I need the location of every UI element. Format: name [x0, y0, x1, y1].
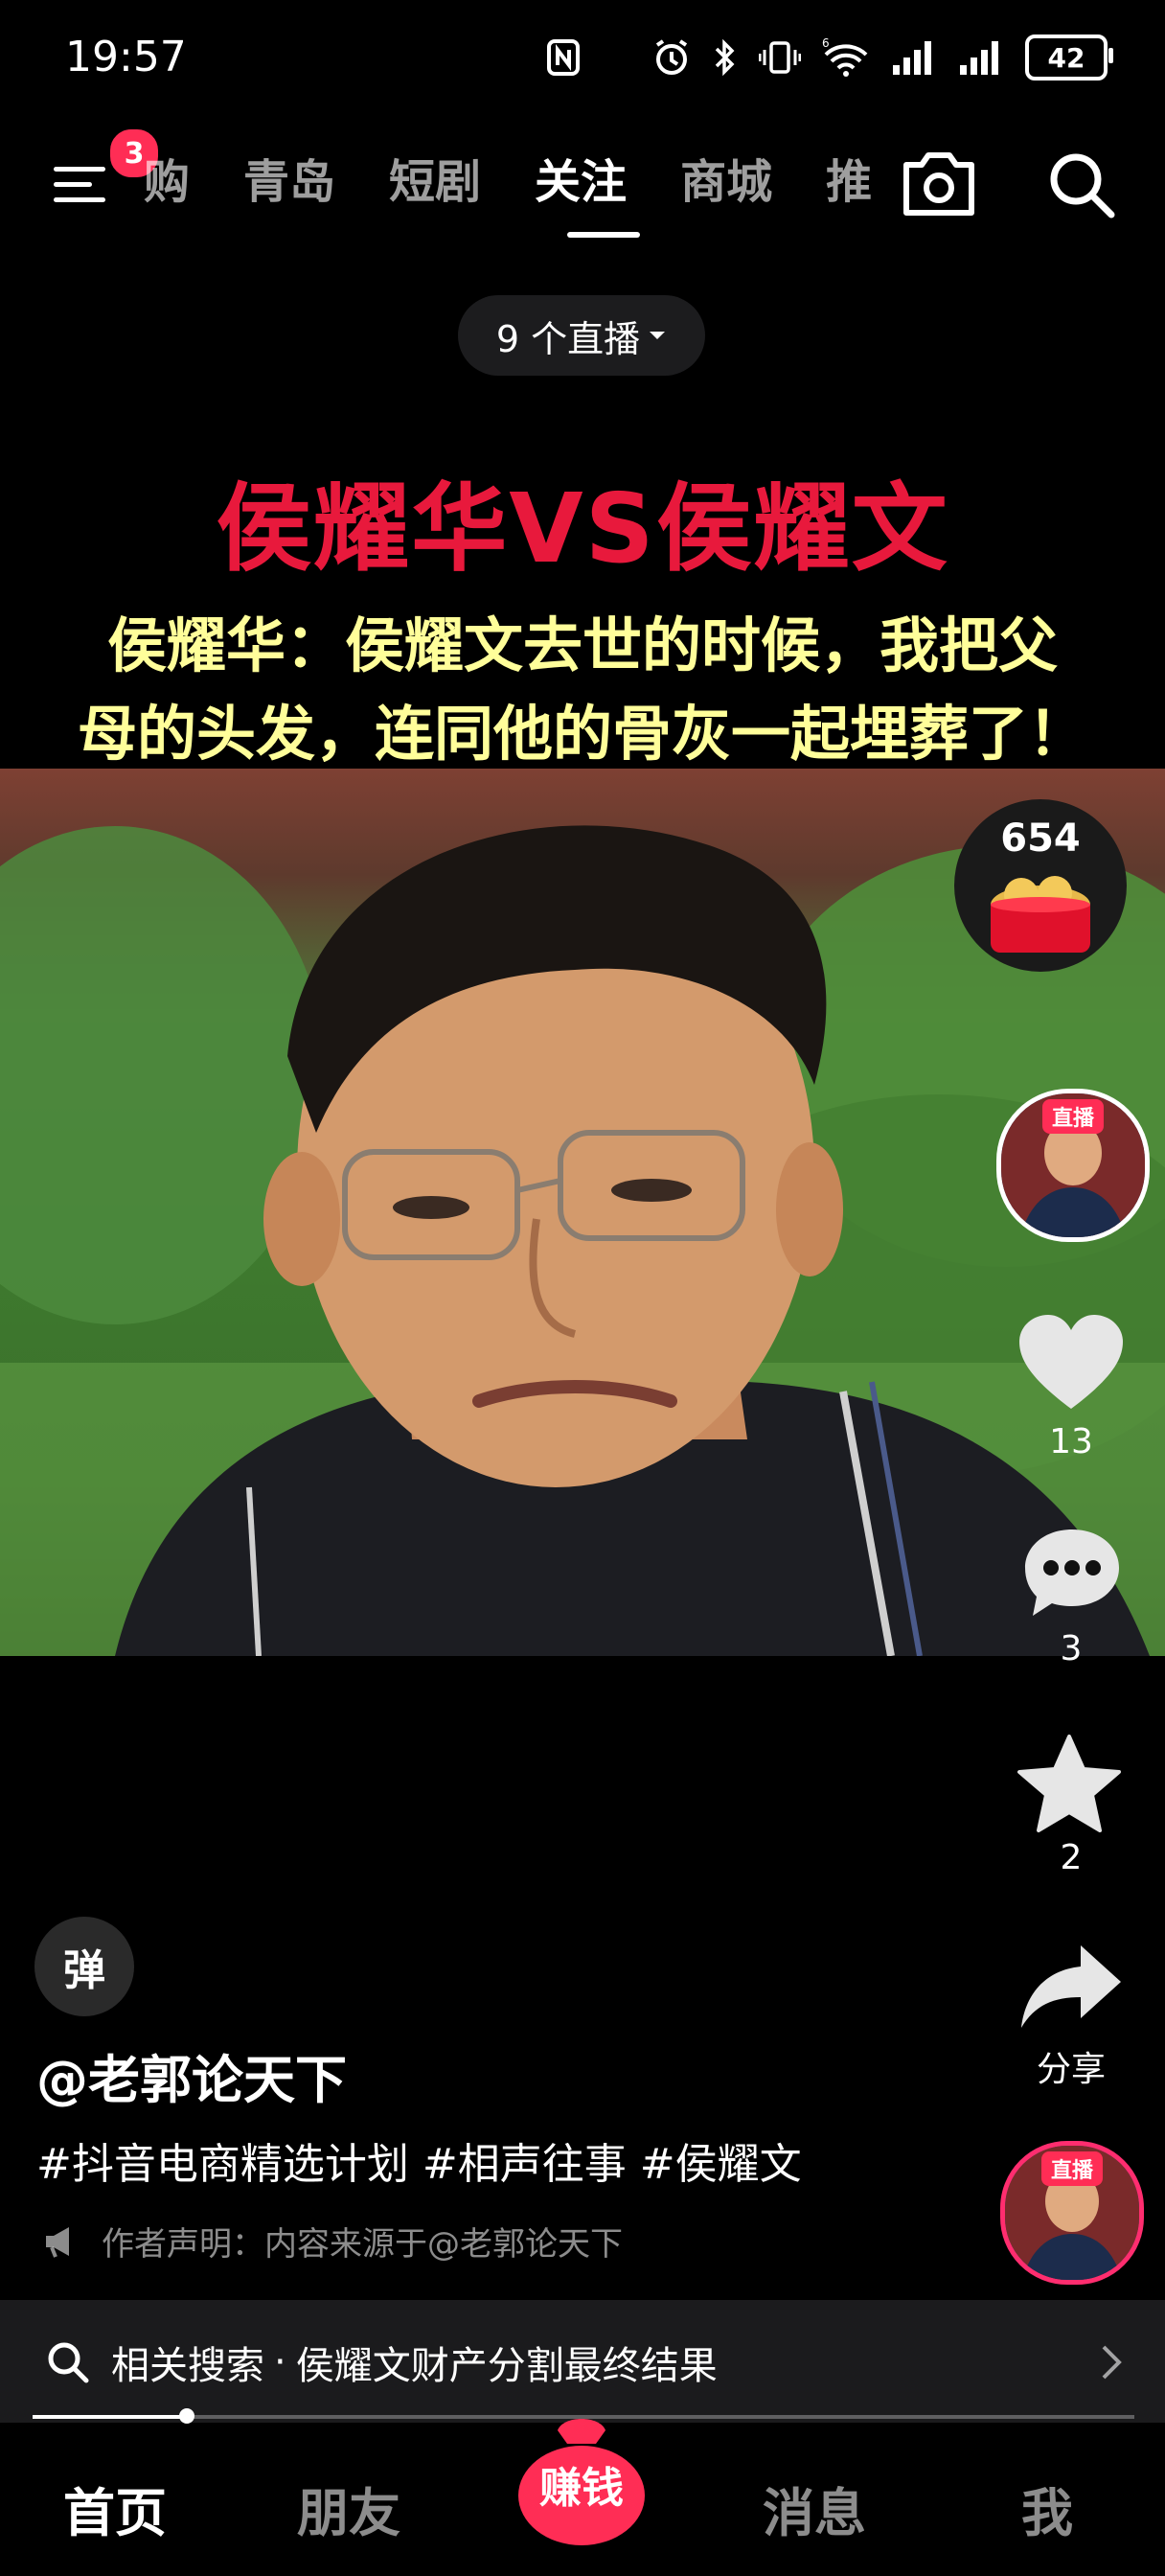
megaphone-icon: [46, 2226, 69, 2258]
search-icon[interactable]: [1044, 148, 1119, 222]
video-progress-knob[interactable]: [179, 2408, 194, 2424]
signal-1-icon: [893, 41, 931, 75]
chevron-right-icon: [1102, 2345, 1122, 2380]
bluetooth-icon: [715, 38, 735, 77]
tab-mall[interactable]: 商城: [680, 144, 772, 211]
like-count: 13: [1049, 1422, 1093, 1461]
nav-earn[interactable]: 赚钱: [514, 2453, 650, 2515]
live-count-pill[interactable]: 9 个直播: [458, 295, 705, 376]
live-count-label: 9 个直播: [495, 317, 641, 360]
nav-me[interactable]: 我: [1021, 2471, 1073, 2546]
heart-icon[interactable]: [1016, 1313, 1127, 1413]
tab-short-drama[interactable]: 短剧: [389, 144, 481, 211]
red-packet-count: 654: [1000, 816, 1081, 861]
search-icon: [48, 2342, 89, 2383]
live-tag: 直播: [1040, 2151, 1104, 2186]
battery-level: 42: [1047, 41, 1085, 74]
comment-count: 3: [1060, 1629, 1083, 1668]
alarm-icon: [655, 39, 688, 75]
caret-down-icon: [650, 332, 666, 339]
signal-2-icon: [960, 41, 998, 75]
share-label: 分享: [1036, 2050, 1106, 2089]
tab-qingdao[interactable]: 青岛: [243, 144, 335, 211]
video-title: 侯耀华VS侯耀文: [216, 472, 949, 585]
video-subtitle: 侯耀华：侯耀文去世的时候，我把父 母的头发，连同他的骨灰一起埋葬了！: [15, 602, 1150, 778]
danmu-toggle-button[interactable]: 弹: [34, 1917, 134, 2016]
video-progress-fill: [33, 2415, 187, 2419]
tab-shopping[interactable]: 购: [144, 144, 190, 211]
related-search-dot: ·: [274, 2340, 286, 2384]
favorite-count: 2: [1060, 1838, 1083, 1877]
star-icon[interactable]: [1016, 1733, 1123, 1834]
comment-icon[interactable]: [1019, 1524, 1125, 1620]
related-search-bar[interactable]: 相关搜索 · 侯耀文财产分割最终结果: [0, 2300, 1165, 2425]
author-declaration: 作者声明：内容来源于@老郭论天下: [42, 2218, 623, 2265]
creator-avatar-live[interactable]: 直播: [996, 1089, 1150, 1242]
creator-avatar-live-bottom[interactable]: 直播: [1000, 2141, 1144, 2285]
declaration-text: 作者声明：内容来源于@老郭论天下: [102, 2225, 623, 2264]
menu-button[interactable]: [54, 153, 111, 211]
hashtags[interactable]: #抖音电商精选计划 #相声往事 #侯耀文: [36, 2129, 802, 2191]
nav-messages[interactable]: 消息: [763, 2471, 866, 2546]
video-subtitle-line-1: 侯耀华：侯耀文去世的时候，我把父: [106, 610, 1058, 680]
vibrate-icon: [759, 41, 801, 74]
related-search-prefix: 相关搜索: [111, 2344, 264, 2388]
status-time: 19:57: [65, 33, 187, 81]
tab-recommend[interactable]: 推: [826, 144, 872, 211]
nav-friends[interactable]: 朋友: [297, 2471, 400, 2546]
camera-icon[interactable]: [899, 148, 979, 220]
nav-home[interactable]: 首页: [63, 2471, 167, 2546]
tab-following[interactable]: 关注: [535, 144, 641, 238]
live-tag: 直播: [1041, 1099, 1105, 1134]
svg-text:6: 6: [822, 37, 830, 50]
battery-icon: 42: [1025, 34, 1113, 80]
wifi-6-icon: 6: [822, 37, 868, 77]
author-name[interactable]: @老郭论天下: [36, 2037, 347, 2113]
top-tabs: 购 青岛 短剧 关注 商城 推: [144, 144, 872, 238]
danmu-label: 弹: [63, 1946, 105, 1995]
nfc-icon: [547, 39, 580, 76]
status-icons: 6 42: [546, 31, 1113, 84]
video-subtitle-line-2: 母的头发，连同他的骨灰一起埋葬了！: [77, 699, 1087, 769]
related-search-query: 侯耀文财产分割最终结果: [295, 2344, 718, 2388]
share-icon[interactable]: [1017, 1942, 1125, 2032]
